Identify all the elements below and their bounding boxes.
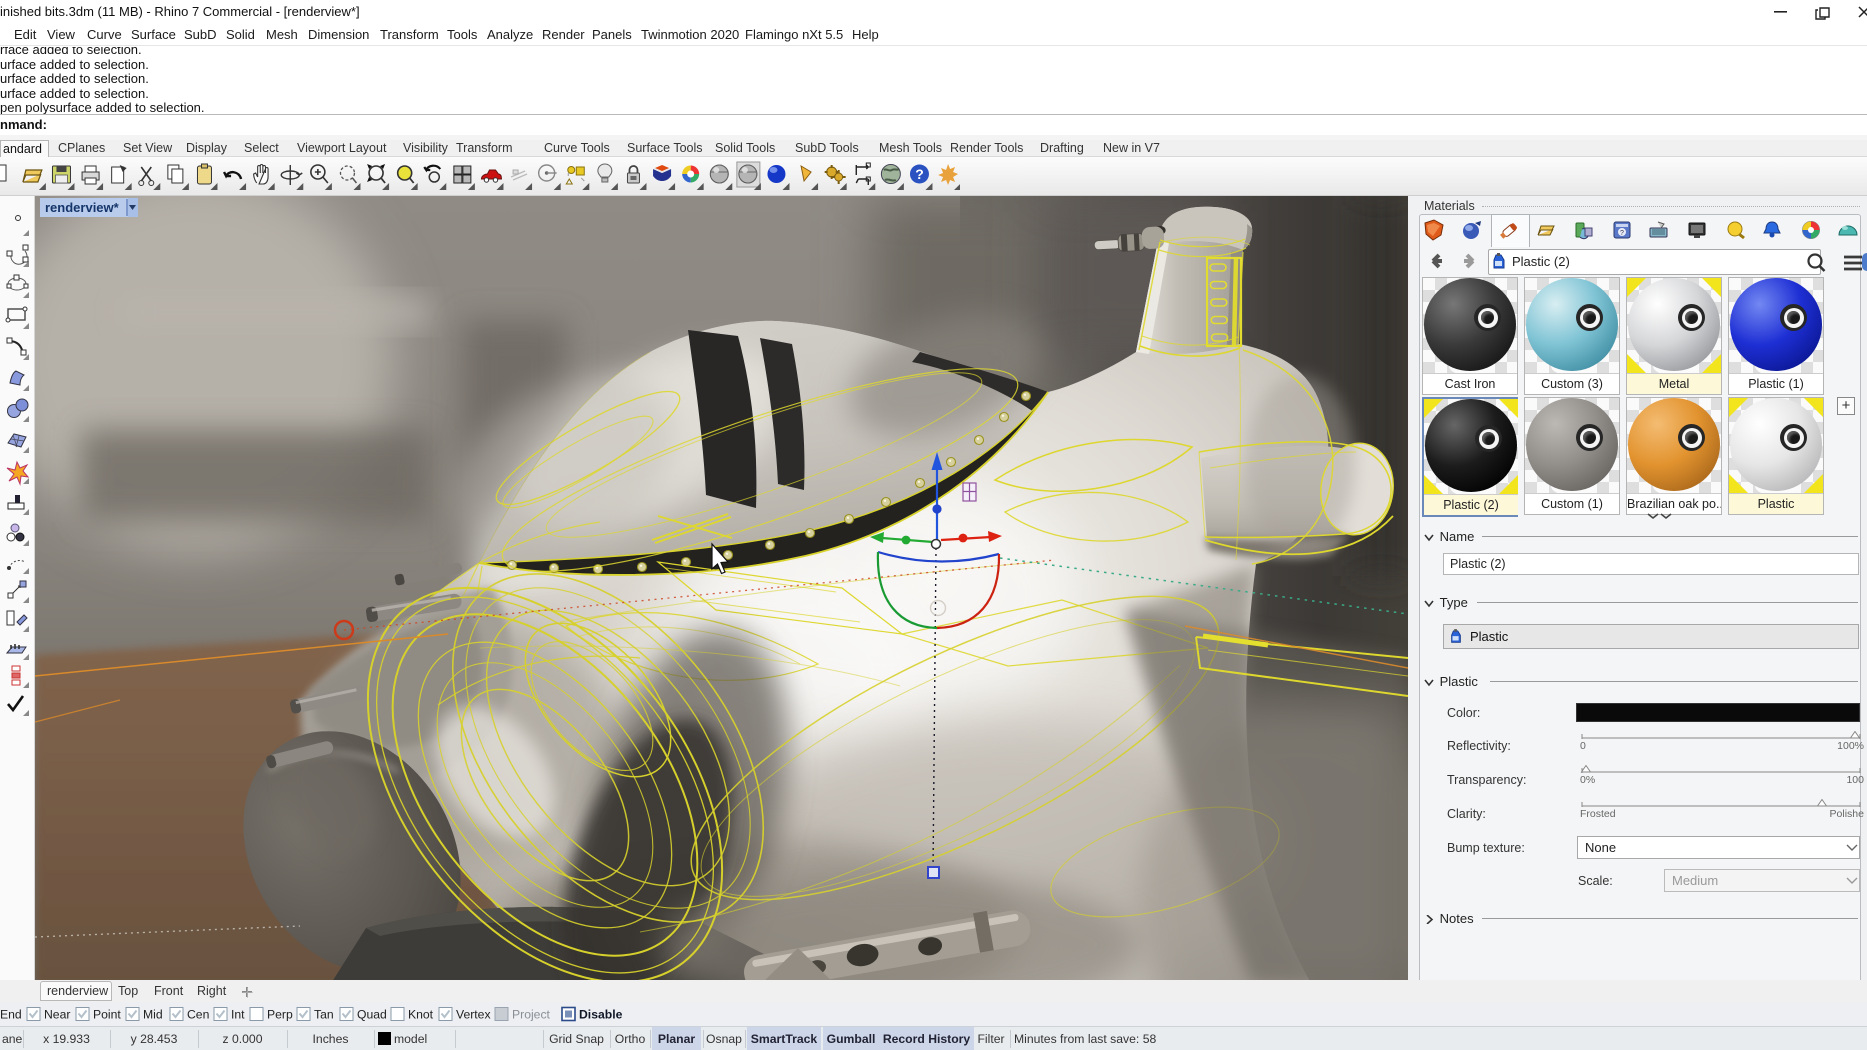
svg-text:Vertex: Vertex — [456, 1008, 491, 1022]
svg-text:Disable: Disable — [579, 1008, 623, 1022]
svg-text:Cen: Cen — [187, 1008, 209, 1022]
svg-text:Project: Project — [512, 1008, 551, 1022]
svg-text:Mid: Mid — [143, 1008, 163, 1022]
svg-text:Quad: Quad — [357, 1008, 387, 1022]
svg-text:Knot: Knot — [408, 1008, 434, 1022]
svg-text:Point: Point — [93, 1008, 121, 1022]
svg-text:End: End — [0, 1008, 22, 1022]
svg-text:Near: Near — [44, 1008, 70, 1022]
svg-text:renderview*: renderview* — [45, 200, 120, 215]
svg-text:Int: Int — [231, 1008, 245, 1022]
svg-text:Tan: Tan — [314, 1008, 334, 1022]
svg-text:?: ? — [1620, 230, 1624, 237]
svg-text:?: ? — [915, 166, 924, 182]
svg-text:Perp: Perp — [267, 1008, 293, 1022]
